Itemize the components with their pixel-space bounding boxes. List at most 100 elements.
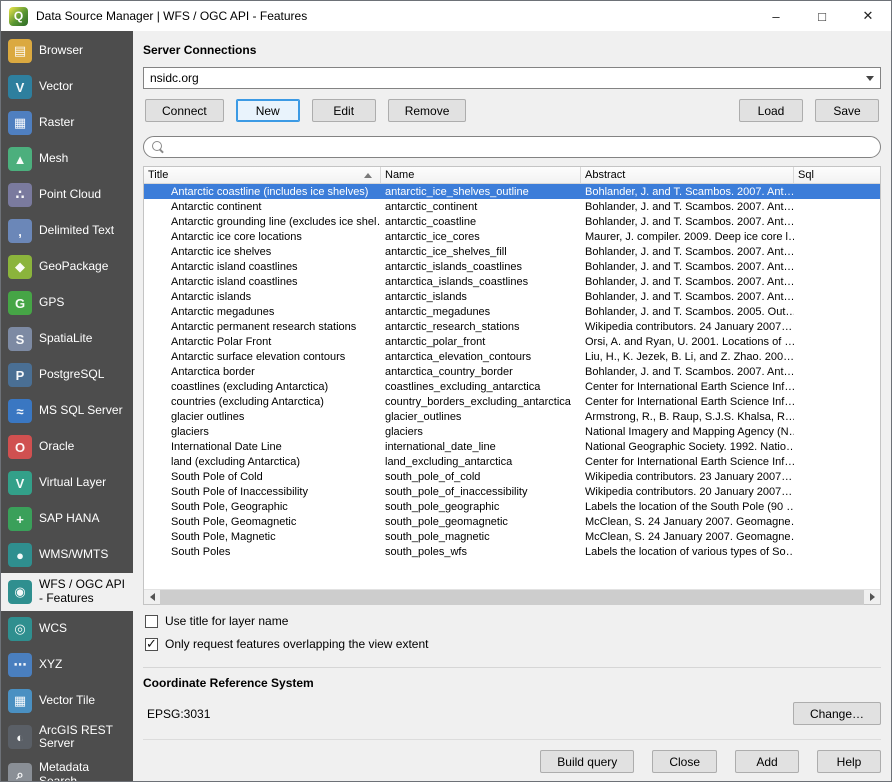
- add-button[interactable]: Add: [735, 750, 799, 773]
- sidebar-item-vector[interactable]: V Vector: [1, 69, 133, 105]
- table-row[interactable]: Antarctica border antarctica_country_bor…: [144, 364, 880, 379]
- button-row-spacer: [478, 99, 727, 122]
- table-row[interactable]: South Pole of Inaccessibility south_pole…: [144, 484, 880, 499]
- column-header-title-label: Title: [148, 169, 168, 181]
- sidebar-item-label: GeoPackage: [39, 260, 108, 274]
- raster-layer-icon: ▦: [8, 111, 32, 135]
- abstract-cell: Labels the location of the South Pole (9…: [581, 501, 794, 513]
- load-button[interactable]: Load: [739, 99, 803, 122]
- scroll-left-button[interactable]: [144, 590, 160, 604]
- sidebar-item-label: WCS: [39, 622, 67, 636]
- sidebar-item-wms-wmts[interactable]: ● WMS/WMTS: [1, 537, 133, 573]
- sidebar-item-spatialite[interactable]: S SpatiaLite: [1, 321, 133, 357]
- layer-table-body: Antarctic coastline (includes ice shelve…: [144, 184, 880, 589]
- sidebar-item-oracle[interactable]: O Oracle: [1, 429, 133, 465]
- minimize-button[interactable]: –: [753, 1, 799, 31]
- title-cell: South Poles: [144, 546, 381, 558]
- sidebar-item-postgresql[interactable]: P PostgreSQL: [1, 357, 133, 393]
- save-button[interactable]: Save: [815, 99, 879, 122]
- sidebar-item-xyz[interactable]: ⋯ XYZ: [1, 647, 133, 683]
- help-button[interactable]: Help: [817, 750, 881, 773]
- table-row[interactable]: Antarctic megadunes antarctic_megadunes …: [144, 304, 880, 319]
- sidebar-item-metadata-search[interactable]: ⌕ Metadata Search: [1, 756, 133, 781]
- table-row[interactable]: South Pole, Geographic south_pole_geogra…: [144, 499, 880, 514]
- sidebar-item-wcs[interactable]: ◎ WCS: [1, 611, 133, 647]
- abstract-cell: Bohlander, J. and T. Scambos. 2007. Ant…: [581, 246, 794, 258]
- crs-change-button[interactable]: Change…: [793, 702, 881, 725]
- sidebar-item-point-cloud[interactable]: ∴ Point Cloud: [1, 177, 133, 213]
- name-cell: antarctic_ice_shelves_outline: [381, 186, 581, 198]
- sidebar-item-delimited-text[interactable]: , Delimited Text: [1, 213, 133, 249]
- table-row[interactable]: Antarctic Polar Front antarctic_polar_fr…: [144, 334, 880, 349]
- remove-button[interactable]: Remove: [388, 99, 467, 122]
- abstract-cell: Bohlander, J. and T. Scambos. 2007. Ant…: [581, 201, 794, 213]
- build-query-button[interactable]: Build query: [540, 750, 634, 773]
- use-title-label: Use title for layer name: [165, 614, 288, 628]
- connect-button[interactable]: Connect: [145, 99, 224, 122]
- use-title-checkbox[interactable]: Use title for layer name: [145, 614, 879, 628]
- table-row[interactable]: Antarctic grounding line (excludes ice s…: [144, 214, 880, 229]
- sidebar-item-label: Delimited Text: [39, 224, 114, 238]
- column-header-title[interactable]: Title: [144, 167, 381, 183]
- title-cell: South Pole, Magnetic: [144, 531, 381, 543]
- table-row[interactable]: glaciers glaciers National Imagery and M…: [144, 424, 880, 439]
- title-cell: South Pole of Inaccessibility: [144, 486, 381, 498]
- table-row[interactable]: Antarctic permanent research stations an…: [144, 319, 880, 334]
- crs-section: Coordinate Reference System EPSG:3031 Ch…: [143, 667, 881, 725]
- scrollbar-thumb[interactable]: [160, 590, 864, 605]
- table-row[interactable]: coastlines (excluding Antarctica) coastl…: [144, 379, 880, 394]
- sidebar-item-vector-tile[interactable]: ▦ Vector Tile: [1, 683, 133, 719]
- close-dialog-button[interactable]: Close: [652, 750, 717, 773]
- sidebar-item-geopackage[interactable]: ◆ GeoPackage: [1, 249, 133, 285]
- abstract-cell: Maurer, J. compiler. 2009. Deep ice core…: [581, 231, 794, 243]
- column-header-sql[interactable]: Sql: [794, 167, 880, 183]
- table-row[interactable]: countries (excluding Antarctica) country…: [144, 394, 880, 409]
- sidebar-item-label: Browser: [39, 44, 83, 58]
- sidebar-item-mssql[interactable]: ≈ MS SQL Server: [1, 393, 133, 429]
- sidebar-item-label: SpatiaLite: [39, 332, 92, 346]
- scroll-right-button[interactable]: [864, 590, 880, 604]
- column-header-name[interactable]: Name: [381, 167, 581, 183]
- name-cell: land_excluding_antarctica: [381, 456, 581, 468]
- checkbox-box: [145, 615, 158, 628]
- table-row[interactable]: South Pole of Cold south_pole_of_cold Wi…: [144, 469, 880, 484]
- sidebar-item-gps[interactable]: G GPS: [1, 285, 133, 321]
- folder-icon: ▤: [8, 39, 32, 63]
- maximize-button[interactable]: □: [799, 1, 845, 31]
- table-row[interactable]: South Pole, Magnetic south_pole_magnetic…: [144, 529, 880, 544]
- sidebar-item-sap-hana[interactable]: + SAP HANA: [1, 501, 133, 537]
- close-button[interactable]: ✕: [845, 1, 891, 31]
- qgis-logo-icon: [9, 7, 28, 26]
- arcgis-rest-icon: ◐: [8, 725, 32, 749]
- table-row[interactable]: Antarctic coastline (includes ice shelve…: [144, 184, 880, 199]
- sidebar-item-browser[interactable]: ▤ Browser: [1, 33, 133, 69]
- overlap-extent-checkbox[interactable]: Only request features overlapping the vi…: [145, 637, 879, 651]
- title-cell: coastlines (excluding Antarctica): [144, 381, 381, 393]
- table-row[interactable]: Antarctic continent antarctic_continent …: [144, 199, 880, 214]
- column-header-abstract[interactable]: Abstract: [581, 167, 794, 183]
- table-row[interactable]: International Date Line international_da…: [144, 439, 880, 454]
- table-row[interactable]: glacier outlines glacier_outlines Armstr…: [144, 409, 880, 424]
- table-row[interactable]: Antarctic island coastlines antarctic_is…: [144, 259, 880, 274]
- new-button[interactable]: New: [236, 99, 300, 122]
- table-row[interactable]: South Pole, Geomagnetic south_pole_geoma…: [144, 514, 880, 529]
- sidebar-item-virtual-layer[interactable]: V Virtual Layer: [1, 465, 133, 501]
- name-cell: antarctic_polar_front: [381, 336, 581, 348]
- table-row[interactable]: South Poles south_poles_wfs Labels the l…: [144, 544, 880, 559]
- filter-input[interactable]: [171, 140, 872, 154]
- table-row[interactable]: Antarctic islands antarctic_islands Bohl…: [144, 289, 880, 304]
- title-cell: Antarctic surface elevation contours: [144, 351, 381, 363]
- name-cell: glaciers: [381, 426, 581, 438]
- sidebar-item-raster[interactable]: ▦ Raster: [1, 105, 133, 141]
- sidebar-item-arcgis-rest[interactable]: ◐ ArcGIS REST Server: [1, 719, 133, 757]
- title-cell: South Pole, Geomagnetic: [144, 516, 381, 528]
- connection-select[interactable]: nsidc.org: [143, 67, 881, 89]
- table-row[interactable]: Antarctic ice shelves antarctic_ice_shel…: [144, 244, 880, 259]
- table-row[interactable]: land (excluding Antarctica) land_excludi…: [144, 454, 880, 469]
- edit-button[interactable]: Edit: [312, 99, 376, 122]
- table-row[interactable]: Antarctic surface elevation contours ant…: [144, 349, 880, 364]
- sidebar-item-mesh[interactable]: ▲ Mesh: [1, 141, 133, 177]
- sidebar-item-wfs[interactable]: ◉ WFS / OGC API - Features: [1, 573, 133, 611]
- table-row[interactable]: Antarctic ice core locations antarctic_i…: [144, 229, 880, 244]
- table-row[interactable]: Antarctic island coastlines antarctica_i…: [144, 274, 880, 289]
